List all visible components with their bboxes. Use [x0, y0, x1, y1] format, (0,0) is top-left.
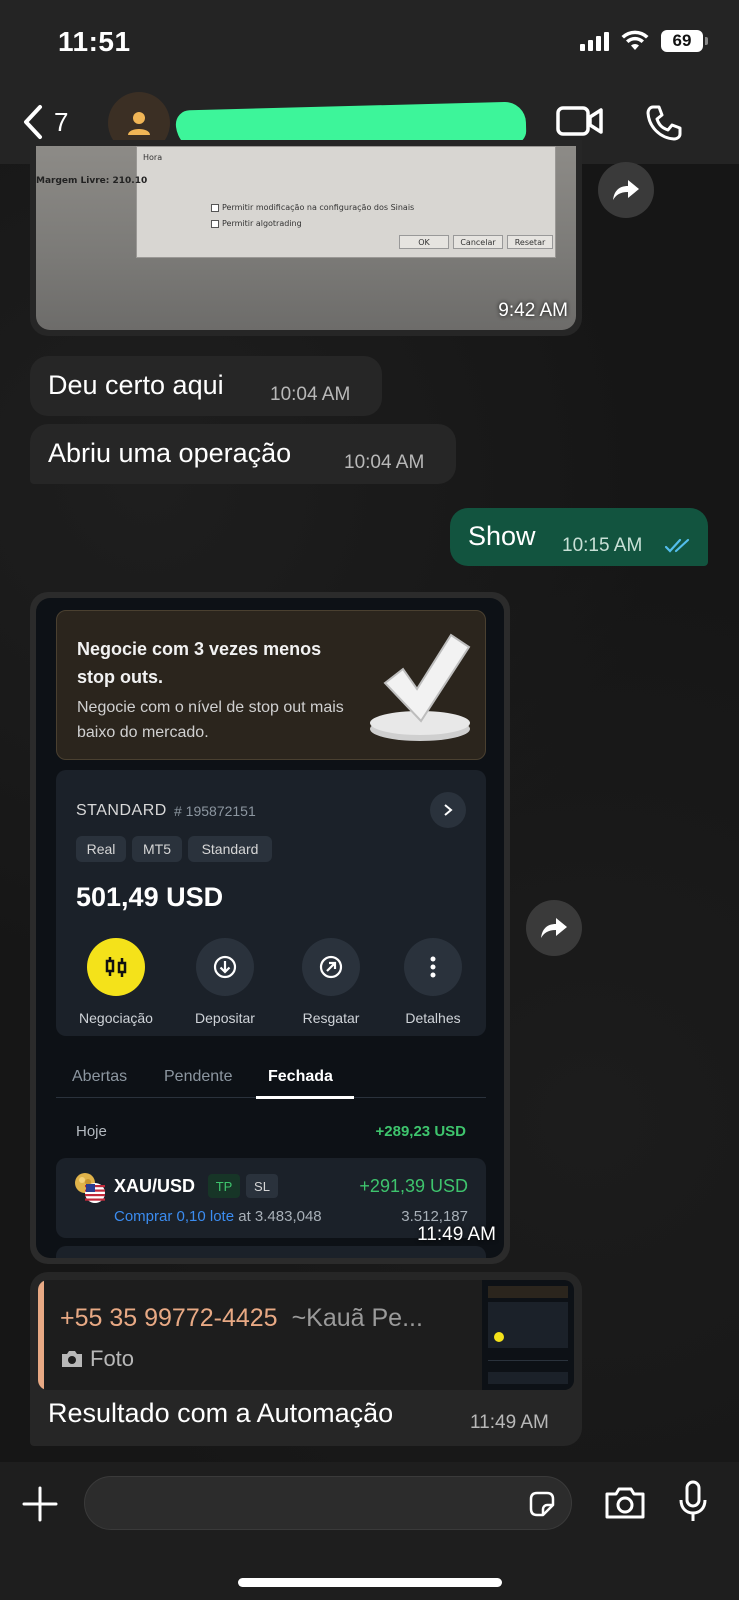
video-call-icon[interactable] [556, 104, 604, 138]
day-total: +289,23 USD [375, 1123, 466, 1140]
message-time: 11:49 AM [470, 1412, 549, 1433]
action-label: Negociação [79, 1010, 153, 1026]
quoted-photo-thumbnail [482, 1280, 574, 1390]
active-tab-indicator [256, 1096, 354, 1099]
trade-profit: +291,39 USD [359, 1176, 468, 1196]
dialog-reset-button: Resetar [507, 235, 553, 249]
forward-icon [541, 918, 567, 938]
gold-usd-flag-icon [75, 1173, 105, 1203]
chevron-left-icon [24, 105, 42, 139]
status-time: 11:51 [58, 26, 131, 57]
quoted-sender: +55 35 99772-4425 ~Kauã Pe... [60, 1304, 423, 1333]
status-icons: 69 [580, 30, 708, 52]
back-button[interactable]: 7 [22, 104, 68, 140]
withdraw-action[interactable]: Resgatar [286, 938, 376, 1026]
more-vertical-icon [430, 956, 436, 978]
wifi-icon [621, 30, 649, 50]
action-label: Detalhes [405, 1010, 461, 1026]
photo-thumbnail[interactable]: Negocie com 3 vezes menos stop outs. Neg… [36, 598, 504, 1258]
tab-open[interactable]: Abertas [72, 1068, 127, 1086]
download-circle-icon [213, 955, 237, 979]
message-text: Deu certo aqui [48, 370, 224, 400]
promo-banner: Negocie com 3 vezes menos stop outs. Neg… [56, 610, 486, 760]
message-text: Show [468, 521, 536, 551]
next-trade-row-partial [56, 1246, 486, 1258]
arrow-up-right-circle-icon [319, 955, 343, 979]
dialog-line-2: Permitir algotrading [211, 219, 302, 228]
dialog-ok-button: OK [399, 235, 449, 249]
message-text: Abriu uma operação [48, 438, 292, 468]
tab-pending[interactable]: Pendente [164, 1068, 233, 1086]
message-time: 10:04 AM [344, 452, 425, 473]
tab-closed[interactable]: Fechada [268, 1068, 333, 1086]
checkmark-trophy-icon [370, 633, 471, 741]
account-balance: 501,49 USD [76, 882, 224, 912]
account-tag: Real [76, 836, 126, 862]
camera-icon [62, 1351, 82, 1367]
take-profit-tag: TP [208, 1174, 240, 1198]
quoted-type: Foto [60, 1346, 134, 1372]
photo-margin-text: Margem Livre: 210.10 [36, 176, 148, 186]
action-label: Depositar [195, 1010, 255, 1026]
details-action[interactable]: Detalhes [388, 938, 478, 1026]
forward-button[interactable] [598, 162, 654, 218]
promo-subtitle: Negocie com o nível de stop out mais bai… [77, 699, 344, 741]
trade-pair: XAU/USD [114, 1176, 196, 1196]
promo-title: Negocie com 3 vezes menos stop outs. [77, 639, 322, 687]
account-number: # 195872151 [174, 803, 256, 819]
orders-tabs: Abertas Pendente Fechada [56, 1058, 486, 1099]
quote-accent-bar [38, 1280, 44, 1390]
quoted-alias: ~Kauã Pe... [291, 1304, 423, 1332]
action-label: Resgatar [302, 1010, 360, 1026]
read-receipt-icon [664, 538, 690, 553]
trade-side: Comprar 0,10 lote [114, 1208, 235, 1225]
image-message[interactable]: Hora Permitir modificação na configuraçã… [30, 140, 582, 336]
message-time: 10:04 AM [270, 384, 351, 405]
trade-detail: Comprar 0,10 lote at 3.483,048 [114, 1208, 322, 1225]
quoted-message[interactable]: +55 35 99772-4425 ~Kauã Pe... Foto [38, 1280, 574, 1390]
incoming-message[interactable]: Abriu uma operação 10:04 AM [30, 424, 456, 484]
quoted-type-label: Foto [90, 1346, 135, 1371]
plus-icon[interactable] [22, 1486, 58, 1522]
account-type: STANDARD [76, 802, 167, 819]
home-indicator[interactable] [238, 1578, 502, 1587]
message-time: 11:49 AM [417, 1224, 496, 1245]
trade-open-price: at 3.483,048 [238, 1208, 322, 1225]
microphone-icon[interactable] [678, 1480, 708, 1524]
image-message[interactable]: Negocie com 3 vezes menos stop outs. Neg… [30, 592, 510, 1264]
phone-call-icon[interactable] [645, 104, 683, 142]
message-time: 9:42 AM [498, 300, 568, 321]
trade-action[interactable]: Negociação [71, 938, 161, 1026]
battery-indicator: 69 [661, 30, 708, 52]
sticker-icon[interactable] [527, 1489, 557, 1519]
trade-close-price: 3.512,187 [401, 1208, 468, 1225]
dialog-small-text: Hora [143, 153, 163, 162]
photo-thumbnail[interactable]: Hora Permitir modificação na configuraçã… [36, 146, 576, 330]
day-label: Hoje [76, 1123, 107, 1140]
person-icon [128, 112, 150, 135]
settings-dialog-photo: Hora Permitir modificação na configuraçã… [136, 146, 556, 258]
account-tag: Standard [188, 836, 272, 862]
forward-icon [613, 180, 639, 200]
account-tag: MT5 [132, 836, 182, 862]
quoted-phone: +55 35 99772-4425 [60, 1304, 278, 1332]
message-time: 10:15 AM [562, 535, 643, 556]
dialog-line-1: Permitir modificação na configuração dos… [211, 203, 414, 212]
candlestick-icon [105, 957, 127, 977]
stop-loss-tag: SL [246, 1174, 278, 1198]
chevron-right-icon [444, 804, 453, 816]
cellular-signal-icon [580, 31, 609, 51]
reply-message[interactable]: +55 35 99772-4425 ~Kauã Pe... Foto Result… [30, 1272, 582, 1446]
outgoing-message[interactable]: Show 10:15 AM [450, 508, 708, 566]
message-input[interactable] [84, 1476, 572, 1530]
account-details-button[interactable] [430, 792, 466, 828]
dialog-cancel-button: Cancelar [453, 235, 503, 249]
deposit-action[interactable]: Depositar [180, 938, 270, 1026]
incoming-message[interactable]: Deu certo aqui 10:04 AM [30, 356, 382, 416]
message-text: Resultado com a Automação [48, 1398, 394, 1428]
forward-button[interactable] [526, 900, 582, 956]
unread-count: 7 [54, 106, 69, 137]
account-card[interactable]: STANDARD # 195872151 Real MT5 Standard 5… [56, 770, 486, 1036]
camera-icon[interactable] [604, 1486, 646, 1520]
